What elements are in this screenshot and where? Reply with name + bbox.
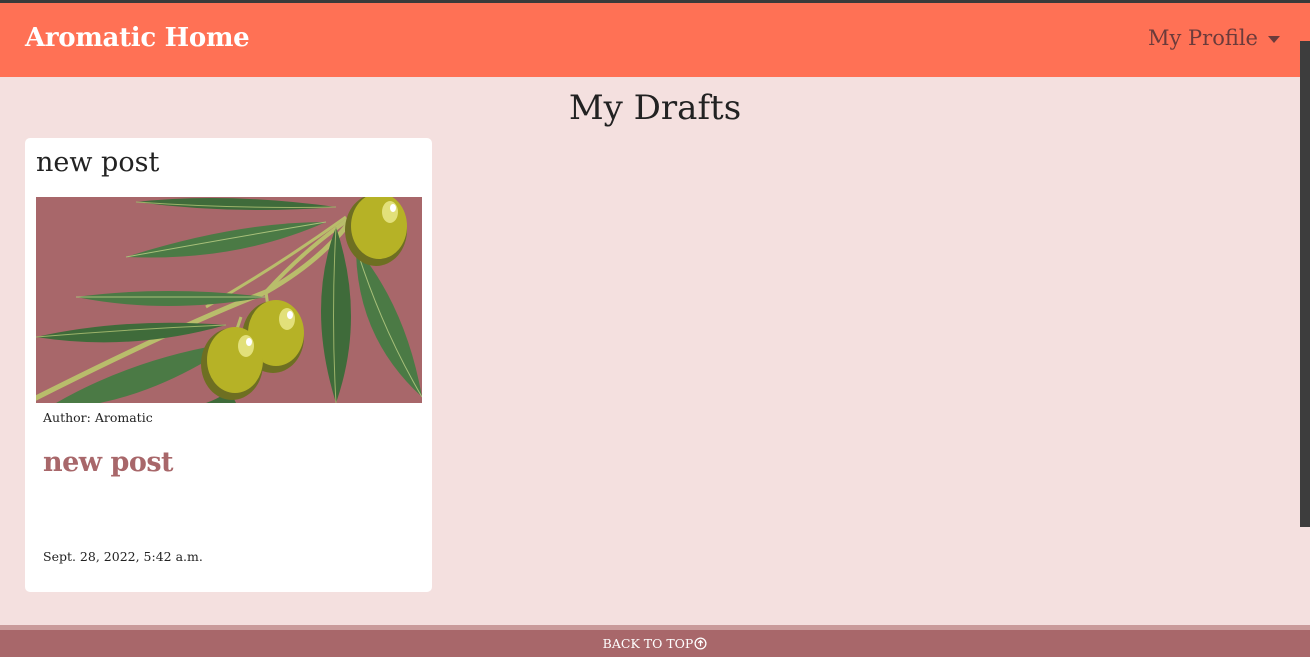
- draft-author: Author: Aromatic: [43, 410, 153, 425]
- brand-link[interactable]: Aromatic Home: [25, 23, 250, 53]
- arrow-up-circle-icon: [694, 637, 707, 650]
- draft-date: Sept. 28, 2022, 5:42 a.m.: [43, 549, 203, 564]
- draft-post-link[interactable]: new post: [43, 447, 174, 478]
- navbar: Aromatic Home My Profile: [0, 3, 1310, 77]
- caret-down-icon: [1268, 35, 1280, 43]
- my-profile-label: My Profile: [1147, 26, 1258, 50]
- footer: BACK TO TOP: [0, 630, 1310, 657]
- back-to-top-link[interactable]: BACK TO TOP: [603, 636, 708, 651]
- draft-card: new post Author: Aromatic new post Sept.…: [25, 138, 432, 592]
- back-to-top-label: BACK TO TOP: [602, 636, 694, 651]
- olive-branch-image: [36, 197, 422, 403]
- draft-card-title: new post: [36, 147, 160, 178]
- my-profile-dropdown[interactable]: My Profile: [1148, 26, 1280, 50]
- page-title: My Drafts: [568, 88, 742, 128]
